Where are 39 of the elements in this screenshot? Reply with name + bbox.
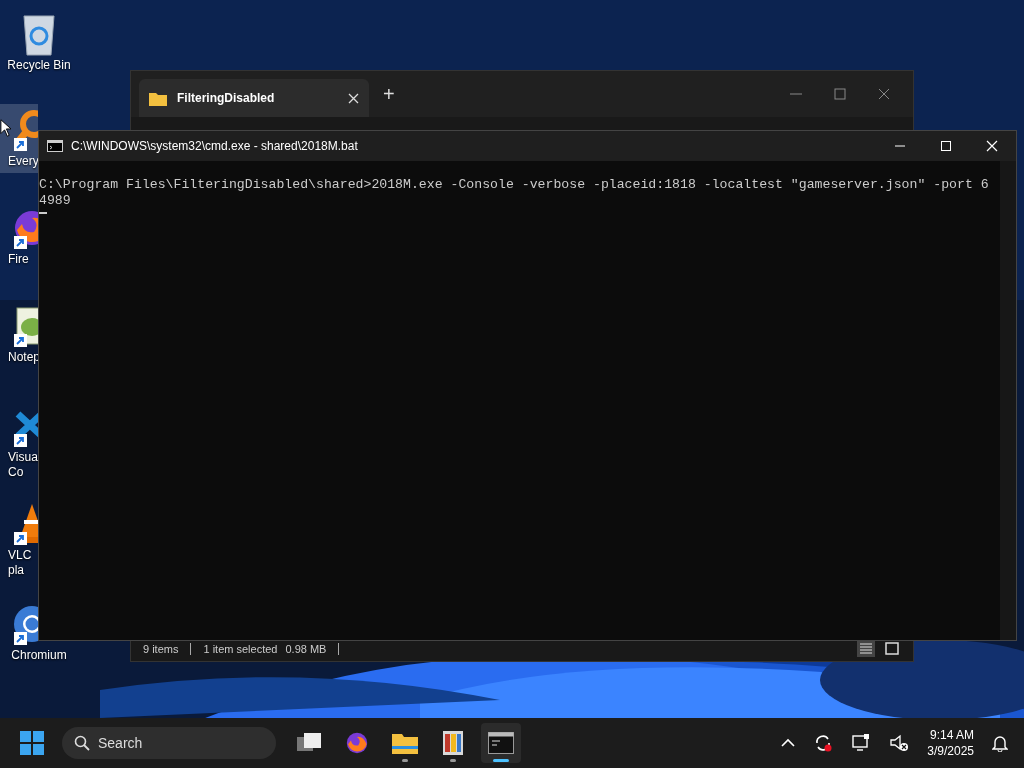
search-field[interactable]: Search	[62, 727, 276, 759]
network-icon[interactable]	[851, 733, 872, 753]
desktop-icon-label[interactable]: pla	[8, 563, 24, 578]
start-icon[interactable]	[20, 731, 44, 755]
selection-info: 1 item selected	[203, 643, 278, 655]
clock-time[interactable]: 9:14 AM	[929, 727, 974, 743]
window-title: C:\WINDOWS\system32\cmd.exe - shared\2018M.bat	[71, 139, 358, 153]
selection-size: 0.98 MB	[285, 643, 327, 655]
folder-tab[interactable]: FilteringDisabled	[139, 79, 369, 117]
desktop-icon-label[interactable]: Chromium	[11, 648, 67, 663]
sync-alert-icon[interactable]	[813, 733, 834, 753]
desktop-icon-label[interactable]: VLC	[8, 548, 32, 563]
chevron-up-icon[interactable]	[781, 738, 796, 748]
search-icon	[74, 735, 90, 751]
console-icon	[47, 140, 63, 152]
text-cursor	[39, 212, 47, 214]
folder-icon	[149, 90, 167, 106]
notepad-icon[interactable]	[12, 304, 38, 348]
console-line: 4989	[39, 193, 72, 209]
folder-icon[interactable]	[392, 732, 418, 754]
desktop-icon-label[interactable]: Recycle Bin	[7, 58, 71, 73]
new-tab-button[interactable]: +	[379, 82, 399, 106]
archive-icon[interactable]	[442, 730, 464, 756]
clock-date[interactable]: 3/9/2025	[927, 743, 974, 759]
mouse-cursor-icon	[0, 118, 11, 138]
notification-bell-icon[interactable]	[992, 734, 1008, 752]
terminal-icon[interactable]	[488, 732, 514, 754]
desktop-icon-label[interactable]: Every	[8, 154, 39, 169]
desktop-icon-label[interactable]: Fire	[8, 252, 29, 267]
speaker-muted-icon[interactable]	[889, 733, 910, 753]
tab-title: FilteringDisabled	[177, 91, 275, 105]
firefox-icon[interactable]	[345, 731, 369, 755]
item-count: 9 items	[143, 643, 179, 655]
tiles-view-icon[interactable]	[883, 641, 901, 657]
scrollbar[interactable]	[1000, 161, 1016, 640]
desktop-icon-label[interactable]: Co	[8, 465, 24, 480]
taskbar-app-button[interactable]	[481, 723, 521, 763]
details-view-icon[interactable]	[857, 641, 875, 657]
console-line: C:\Program Files\FilteringDisabled\shared>2018M.exe -Console -verbose -placeid:1818 -localtest "gameserver.json" -port 6	[39, 177, 990, 193]
